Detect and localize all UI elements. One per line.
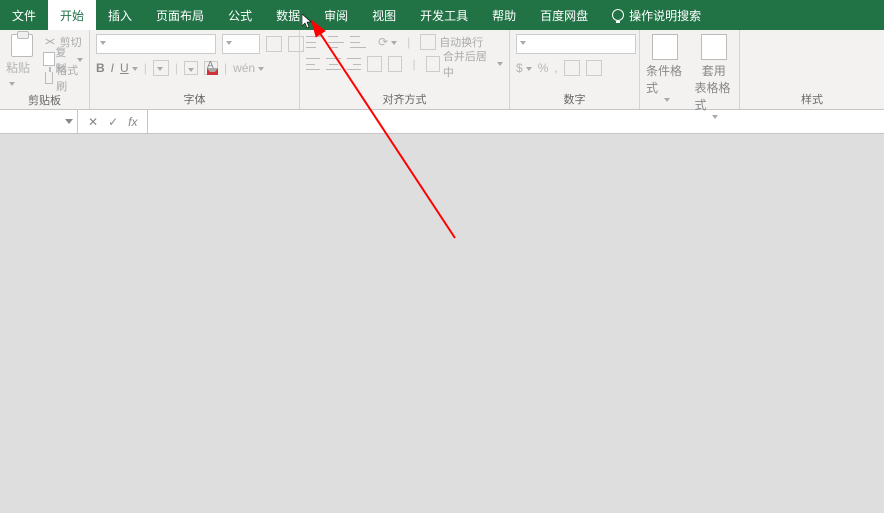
comma-button[interactable]: , (554, 61, 557, 75)
group-label-styles-empty (646, 119, 733, 133)
group-label-font: 字体 (96, 89, 293, 107)
brush-icon (45, 72, 54, 84)
table-icon (701, 34, 727, 60)
orientation-button[interactable]: ⟳ (378, 35, 397, 49)
tab-help[interactable]: 帮助 (480, 0, 528, 30)
worksheet-area[interactable] (0, 134, 884, 513)
group-font: B I U | | A | wén 字体 (90, 30, 300, 109)
tab-baidu[interactable]: 百度网盘 (528, 0, 600, 30)
ribbon-tab-bar: 文件 开始 插入 页面布局 公式 数据 审阅 视图 开发工具 帮助 百度网盘 操… (0, 0, 884, 30)
group-styles-buttons: 条件格式 套用 表格格式 (640, 30, 740, 109)
format-table-label1: 套用 (702, 62, 726, 79)
align-left-button[interactable] (306, 58, 320, 70)
tell-me-label: 操作说明搜索 (629, 7, 701, 24)
paste-button[interactable]: 粘贴 (6, 34, 39, 90)
decrease-indent-button[interactable] (367, 56, 382, 72)
group-number: $ % , 数字 (510, 30, 640, 109)
formula-bar: ✕ ✓ fx (0, 110, 884, 134)
group-label-number: 数字 (516, 89, 633, 107)
tab-developer[interactable]: 开发工具 (408, 0, 480, 30)
cancel-formula-button[interactable]: ✕ (88, 115, 98, 129)
ribbon: 粘贴 剪切 复制 格式刷 剪贴板 (0, 30, 884, 110)
align-middle-button[interactable] (328, 36, 344, 48)
font-color-letter: A (207, 60, 214, 71)
conditional-format-label: 条件格式 (646, 62, 685, 96)
paste-icon (11, 34, 33, 57)
tab-file[interactable]: 文件 (0, 0, 48, 30)
format-table-label2: 表格格式 (695, 79, 734, 113)
font-size-select[interactable] (222, 34, 260, 54)
font-name-select[interactable] (96, 34, 216, 54)
phonetic-button[interactable]: wén (233, 61, 264, 75)
underline-button[interactable]: U (120, 61, 138, 75)
tab-view[interactable]: 视图 (360, 0, 408, 30)
merge-icon (426, 56, 440, 72)
copy-icon (45, 54, 53, 66)
bold-button[interactable]: B (96, 61, 105, 75)
lightbulb-icon (612, 9, 624, 21)
align-bottom-button[interactable] (350, 36, 366, 48)
align-right-button[interactable] (347, 58, 361, 70)
tab-page-layout[interactable]: 页面布局 (144, 0, 216, 30)
conditional-format-button[interactable]: 条件格式 (646, 34, 685, 102)
tab-home[interactable]: 开始 (48, 0, 96, 30)
enter-formula-button[interactable]: ✓ (108, 115, 118, 129)
group-clipboard: 粘贴 剪切 复制 格式刷 剪贴板 (0, 30, 90, 109)
group-alignment: ⟳ | 自动换行 | 合并后居中 对齐方式 (300, 30, 510, 109)
increase-decimal-button[interactable] (564, 60, 580, 76)
decrease-decimal-button[interactable] (586, 60, 602, 76)
wrap-icon (420, 34, 436, 50)
group-styles-gallery: 样式 (740, 30, 884, 109)
tab-tell-me[interactable]: 操作说明搜索 (600, 0, 713, 30)
group-label-alignment: 对齐方式 (306, 89, 503, 107)
increase-font-button[interactable] (266, 36, 282, 52)
tab-insert[interactable]: 插入 (96, 0, 144, 30)
scissors-icon (45, 36, 57, 48)
percent-button[interactable]: % (538, 61, 549, 75)
tab-formulas[interactable]: 公式 (216, 0, 264, 30)
increase-indent-button[interactable] (388, 56, 403, 72)
paste-label: 粘贴 (6, 59, 39, 90)
merge-center-button[interactable]: 合并后居中 (426, 56, 503, 72)
italic-button[interactable]: I (111, 61, 114, 75)
accounting-format-button[interactable]: $ (516, 61, 532, 75)
tab-data[interactable]: 数据 (264, 0, 312, 30)
font-color-button[interactable]: A (204, 61, 218, 75)
border-button[interactable] (153, 60, 169, 76)
align-center-button[interactable] (326, 58, 340, 70)
conditional-format-icon (652, 34, 678, 60)
insert-function-button[interactable]: fx (128, 115, 137, 129)
group-label-styles: 样式 (746, 89, 878, 107)
name-box[interactable] (0, 110, 78, 133)
formula-input[interactable] (148, 110, 884, 133)
group-label-clipboard: 剪贴板 (6, 90, 83, 108)
number-format-select[interactable] (516, 34, 636, 54)
merge-label: 合并后居中 (443, 48, 491, 80)
tab-review[interactable]: 审阅 (312, 0, 360, 30)
format-painter-button[interactable]: 格式刷 (45, 70, 83, 86)
fill-color-button[interactable] (184, 61, 198, 75)
format-as-table-button[interactable]: 套用 表格格式 (695, 34, 734, 119)
align-top-button[interactable] (306, 36, 322, 48)
